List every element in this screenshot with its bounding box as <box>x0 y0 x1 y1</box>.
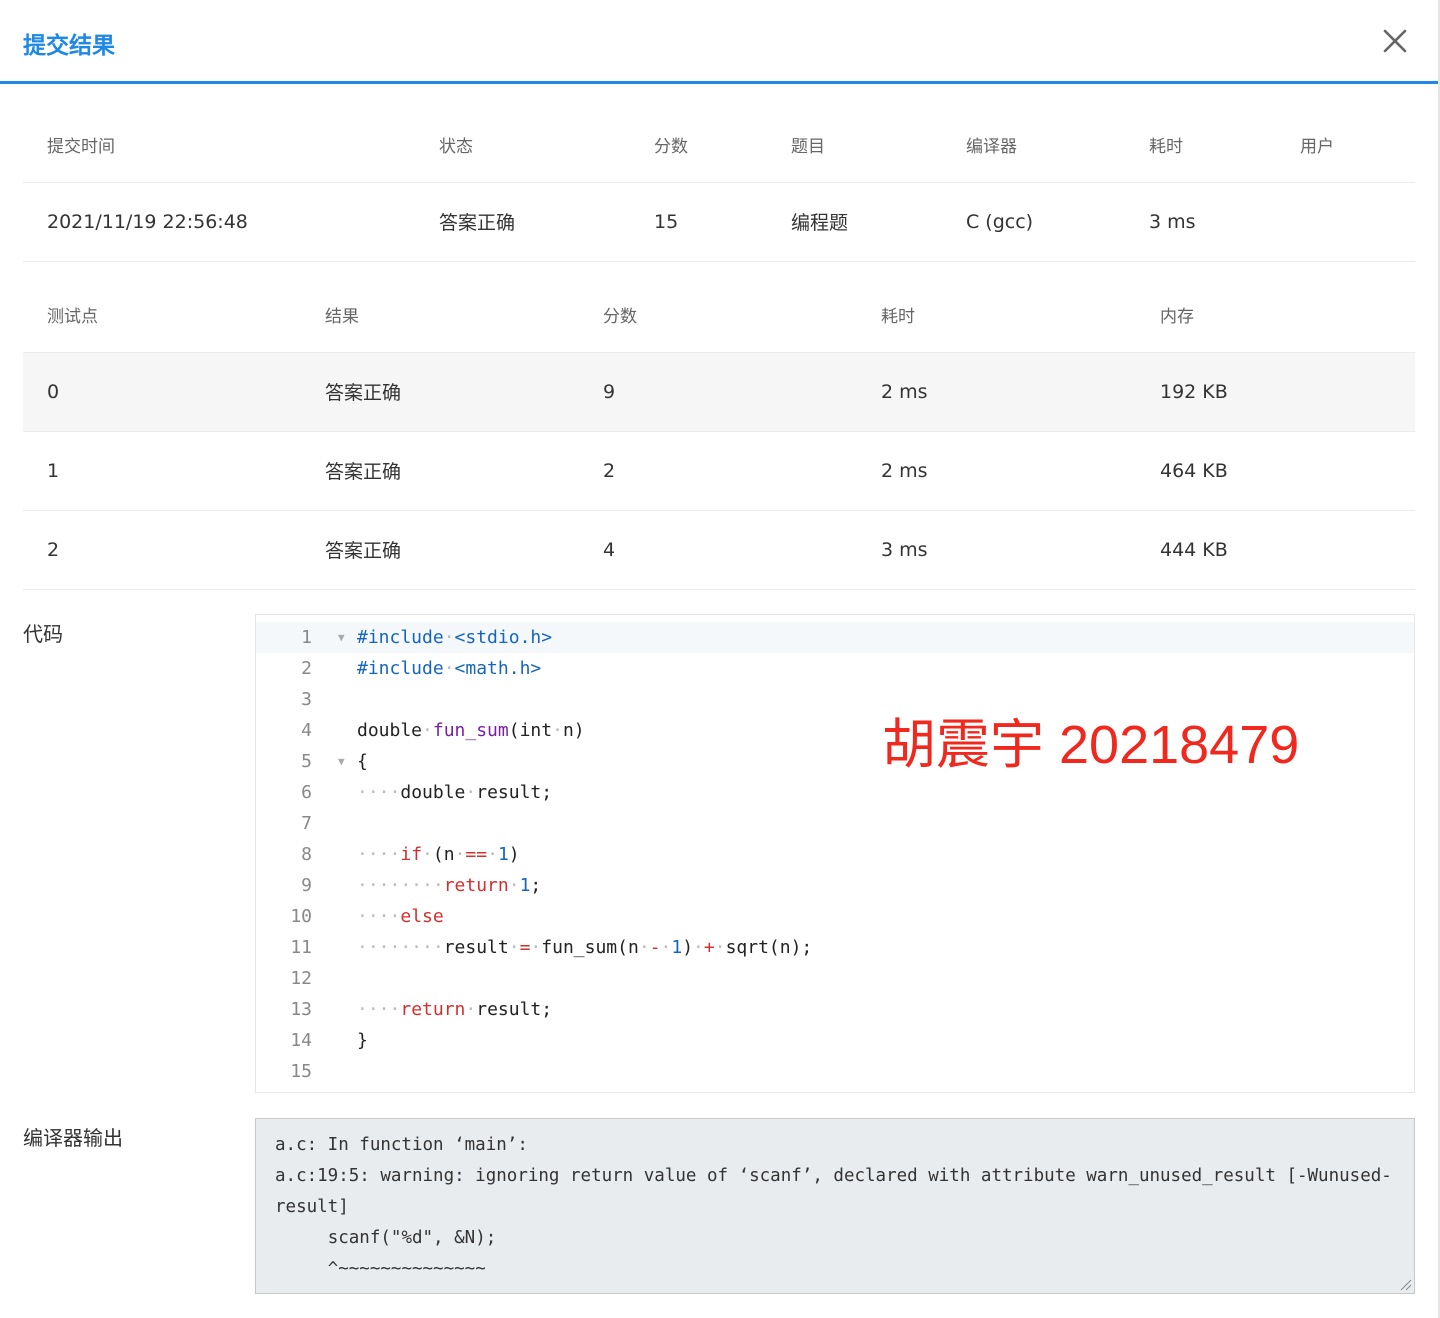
header-compiler: 编译器 <box>942 108 1125 183</box>
code-text: double·fun_sum(int·n) <box>357 720 585 741</box>
line-number: 5 <box>301 751 312 772</box>
compiler-output-textarea[interactable]: a.c: In function ‘main’: a.c:19:5: warni… <box>255 1118 1415 1294</box>
case-time: 2 ms <box>857 352 1136 432</box>
code-line[interactable]: 10 ····else <box>256 901 1414 932</box>
header-case-id: 测试点 <box>23 278 301 353</box>
code-line[interactable]: 6 ····double·result; <box>256 777 1414 808</box>
case-memory: 192 KB <box>1136 352 1415 432</box>
case-memory: 444 KB <box>1136 510 1415 590</box>
code-text: ····double·result; <box>357 782 553 803</box>
line-number: 14 <box>290 1030 312 1051</box>
code-text: #include·<math.h> <box>357 658 542 679</box>
dialog-title: 提交结果 <box>23 33 115 59</box>
case-result: 答案正确 <box>301 510 579 590</box>
header-case-time: 耗时 <box>857 278 1136 353</box>
table-row: 2 答案正确 4 3 ms 444 KB <box>23 510 1415 590</box>
problem-title: 编程题 <box>767 182 942 262</box>
code-line[interactable]: 15 <box>256 1056 1414 1087</box>
code-line[interactable]: 11 ········result·=·fun_sum(n·-·1)·+·sqrt… <box>256 932 1414 963</box>
summary-row: 2021/11/19 22:56:48 答案正确 15 编程题 C (gcc) … <box>23 182 1415 262</box>
header-time: 耗时 <box>1125 108 1276 183</box>
header-result: 结果 <box>301 278 579 353</box>
header-memory: 内存 <box>1136 278 1415 353</box>
code-text: ····if·(n·==·1) <box>357 844 520 865</box>
line-number: 8 <box>301 844 312 865</box>
code-text: ····else <box>357 906 444 927</box>
compiler-output-text: a.c: In function ‘main’: a.c:19:5: warni… <box>275 1135 1392 1279</box>
line-number: 2 <box>301 658 312 679</box>
line-number: 1 <box>301 627 312 648</box>
code-line[interactable]: 9 ········return·1; <box>256 870 1414 901</box>
case-id: 0 <box>23 352 301 432</box>
header-submit-time: 提交时间 <box>23 108 415 183</box>
code-text: { <box>357 751 368 772</box>
code-line[interactable]: 12 <box>256 963 1414 994</box>
code-line[interactable]: 7 <box>256 808 1414 839</box>
header-case-score: 分数 <box>579 278 857 353</box>
line-number: 11 <box>290 937 312 958</box>
testcases-header-row: 测试点 结果 分数 耗时 内存 <box>23 278 1415 353</box>
compiler-output-label: 编译器输出 <box>23 1126 123 1150</box>
table-row: 0 答案正确 9 2 ms 192 KB <box>23 352 1415 432</box>
score: 15 <box>630 182 767 262</box>
fold-arrow-icon[interactable]: ▼ <box>338 622 345 653</box>
code-line[interactable]: 13 ····return·result; <box>256 994 1414 1025</box>
code-text: ········return·1; <box>357 875 542 896</box>
code-text: #include·<stdio.h> <box>357 627 553 648</box>
status-badge: 答案正确 <box>415 182 630 262</box>
case-result: 答案正确 <box>301 352 579 432</box>
code-line[interactable]: 2 #include·<math.h> <box>256 653 1414 684</box>
line-number: 3 <box>301 689 312 710</box>
header-user: 用户 <box>1276 108 1415 183</box>
code-line[interactable]: 14} <box>256 1025 1414 1056</box>
line-number: 6 <box>301 782 312 803</box>
code-text: ········result·=·fun_sum(n·-·1)·+·sqrt(n… <box>357 937 813 958</box>
case-score: 4 <box>579 510 857 590</box>
line-number: 7 <box>301 813 312 834</box>
case-score: 2 <box>579 431 857 511</box>
header-score: 分数 <box>630 108 767 183</box>
case-score: 9 <box>579 352 857 432</box>
case-time: 2 ms <box>857 431 1136 511</box>
case-id: 2 <box>23 510 301 590</box>
header-problem: 题目 <box>767 108 942 183</box>
code-line[interactable]: 8 ····if·(n·==·1) <box>256 839 1414 870</box>
line-number: 10 <box>290 906 312 927</box>
dialog-header: 提交结果 <box>0 0 1440 84</box>
summary-table: 提交时间 状态 分数 题目 编译器 耗时 用户 2021/11/19 22:56… <box>23 108 1415 262</box>
case-memory: 464 KB <box>1136 431 1415 511</box>
header-status: 状态 <box>415 108 630 183</box>
line-number: 9 <box>301 875 312 896</box>
line-number: 4 <box>301 720 312 741</box>
line-number: 15 <box>290 1061 312 1082</box>
case-id: 1 <box>23 431 301 511</box>
fold-arrow-icon[interactable]: ▼ <box>338 746 345 777</box>
user <box>1276 182 1415 262</box>
watermark-text: 胡震宇 20218479 <box>882 715 1300 775</box>
code-text: } <box>357 1030 368 1051</box>
code-line[interactable]: 1 ▼ #include·<stdio.h> <box>256 622 1414 653</box>
summary-header-row: 提交时间 状态 分数 题目 编译器 耗时 用户 <box>23 108 1415 183</box>
line-number: 13 <box>290 999 312 1020</box>
line-number: 12 <box>290 968 312 989</box>
testcases-table: 测试点 结果 分数 耗时 内存 0 答案正确 9 2 ms 192 KB 1 答… <box>23 278 1415 590</box>
code-text: ····return·result; <box>357 999 553 1020</box>
elapsed-time: 3 ms <box>1125 182 1276 262</box>
code-label: 代码 <box>23 622 63 646</box>
table-row: 1 答案正确 2 2 ms 464 KB <box>23 431 1415 511</box>
resize-handle-icon[interactable] <box>1400 1279 1412 1291</box>
code-editor[interactable]: 1 ▼ #include·<stdio.h> 2 #include·<math.h> 3 4… <box>255 614 1415 1093</box>
case-result: 答案正确 <box>301 431 579 511</box>
case-time: 3 ms <box>857 510 1136 590</box>
submit-time: 2021/11/19 22:56:48 <box>23 182 415 262</box>
close-icon[interactable] <box>1380 26 1410 56</box>
compiler: C (gcc) <box>942 182 1125 262</box>
